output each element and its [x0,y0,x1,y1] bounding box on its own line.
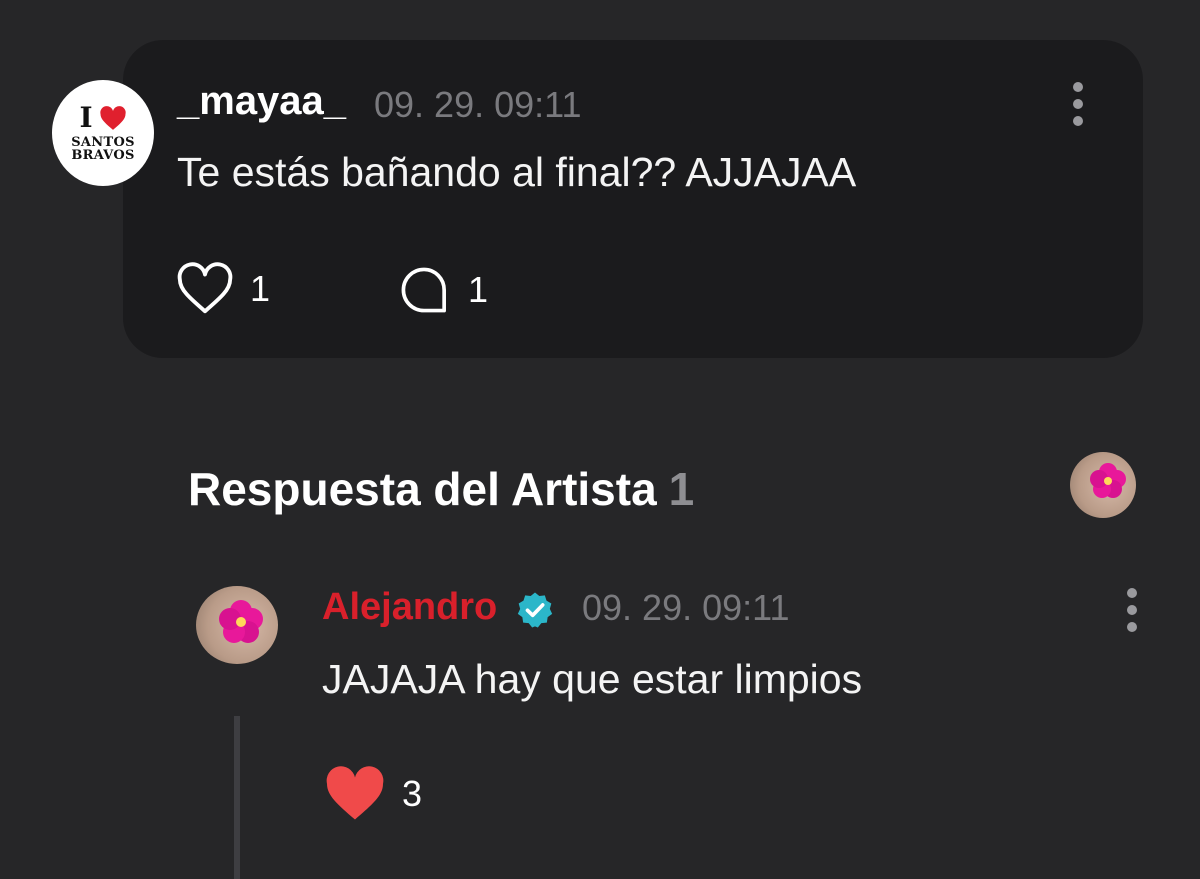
comment-timestamp: 09. 29. 09:11 [374,84,582,125]
kebab-menu-icon [1127,588,1137,598]
section-title-text: Respuesta del Artista [188,463,657,515]
comment-reply-button[interactable]: 1 [396,264,488,316]
reply-more-options-button[interactable] [1126,588,1138,632]
comment-thread-page: I SANTOS BRAVOS _mayaa_ 09. 29. 09:11 Te… [0,0,1200,879]
like-count: 1 [250,268,271,309]
avatar[interactable]: I SANTOS BRAVOS [52,80,154,186]
comment-text: Te estás bañando al final?? AJJAJAA [177,149,857,195]
reply-like-button[interactable]: 3 [324,766,422,822]
artist-username[interactable]: Alejandro [322,586,497,629]
avatar-text-line: BRAVOS [71,148,135,163]
reply-text: JAJAJA hay que estar limpios [322,656,863,702]
heart-filled-icon [326,766,384,820]
reply-timestamp: 09. 29. 09:11 [582,587,790,628]
thread-line [234,716,240,879]
avatar-letter: I [79,101,93,134]
heart-outline-icon [177,262,233,314]
section-title: Respuesta del Artista 1 [188,462,694,516]
heart-icon [99,105,126,130]
kebab-menu-icon [1073,82,1083,92]
comment-like-button[interactable]: 1 [176,262,270,316]
comment-more-options-button[interactable] [1072,82,1084,126]
comment-username[interactable]: _mayaa_ [177,79,346,124]
speech-bubble-icon [401,267,446,313]
like-count: 3 [402,773,423,814]
section-count: 1 [668,463,695,515]
flower-icon [1090,463,1126,498]
artist-avatar[interactable] [196,586,278,664]
flower-icon [219,600,263,643]
artist-avatar-small[interactable] [1070,452,1136,518]
verified-badge-icon [517,592,553,628]
reply-count: 1 [468,269,489,310]
